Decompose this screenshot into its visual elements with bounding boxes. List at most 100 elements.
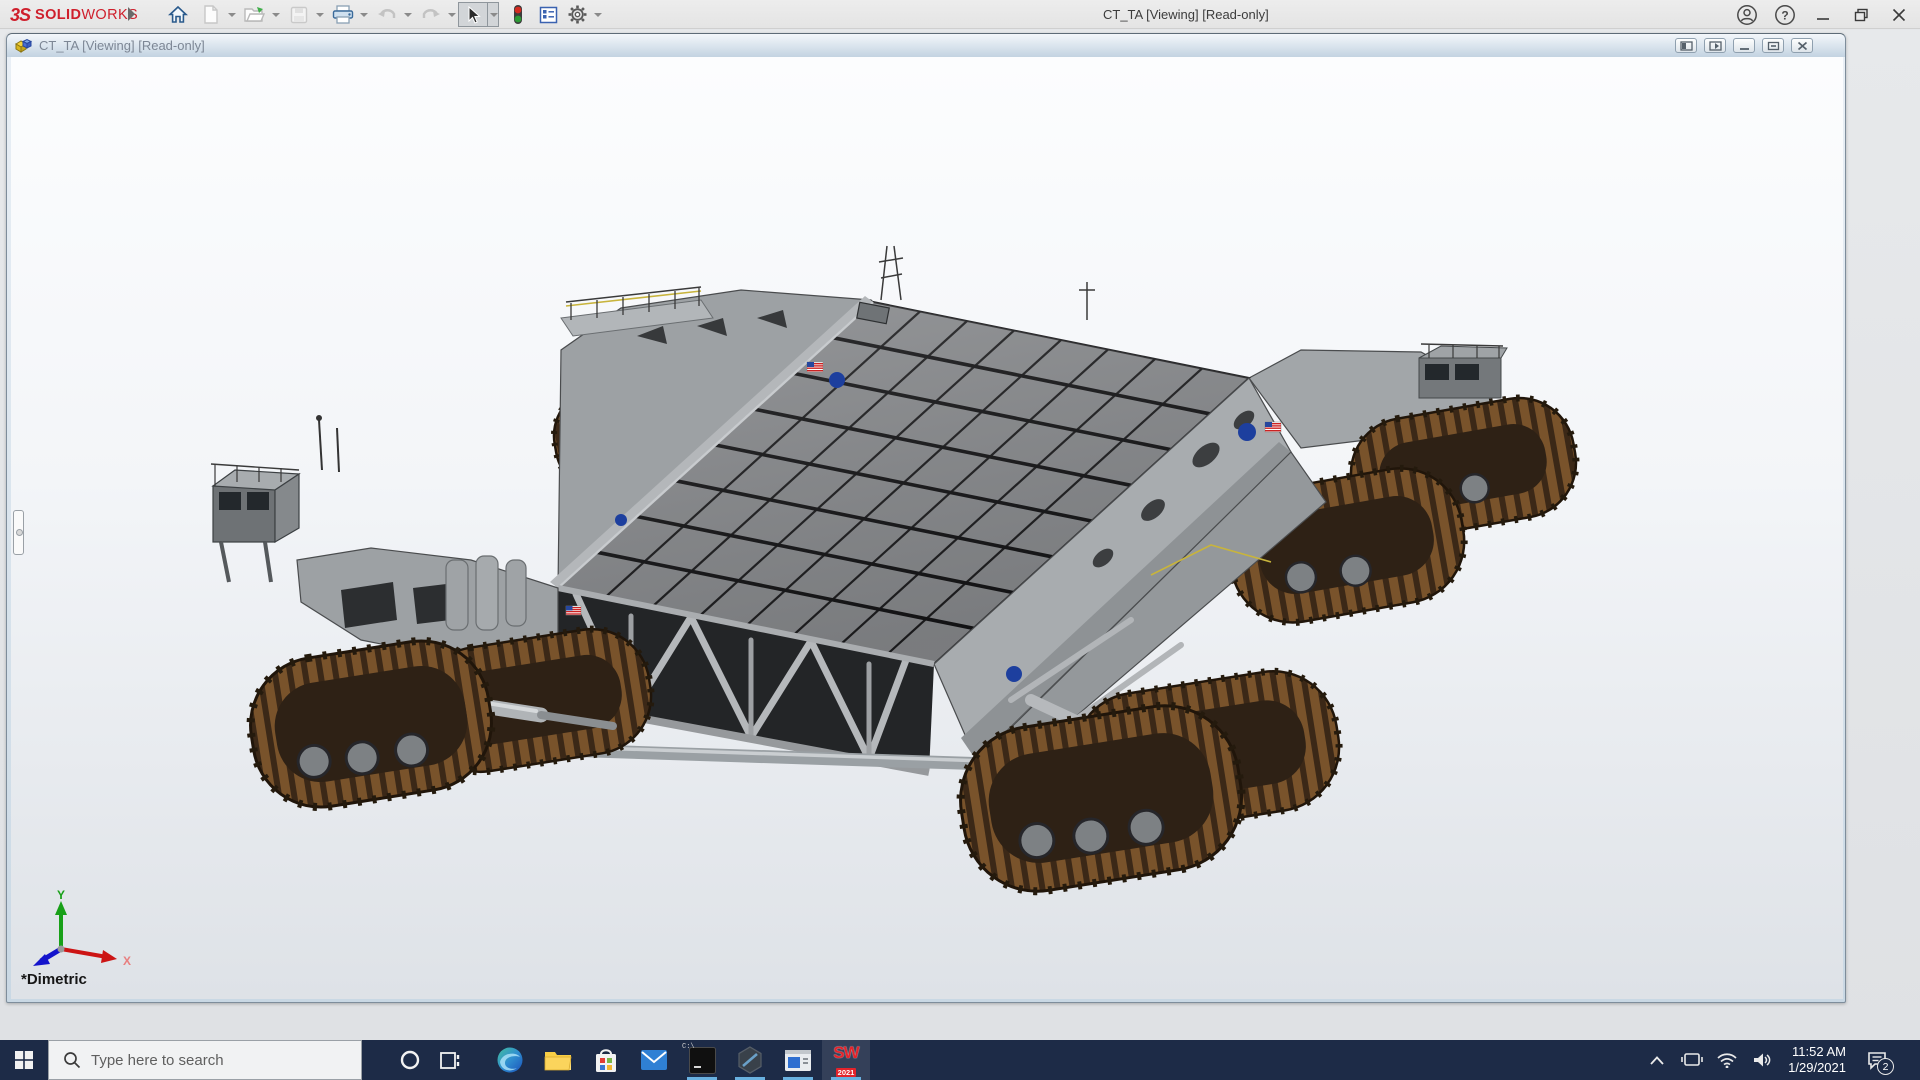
- brand-mark: 3S: [10, 5, 30, 26]
- graphics-viewport[interactable]: Y X *Dimetric: [11, 57, 1843, 999]
- mdi-background: CT_TA [Viewing] [Read-only]: [0, 30, 1920, 1040]
- doc-restore-button[interactable]: [1762, 38, 1784, 53]
- triad-y-label: Y: [57, 888, 65, 902]
- mail-icon: [640, 1049, 668, 1071]
- menu-flyout-arrow[interactable]: [128, 7, 135, 21]
- chevron-up-icon: [1650, 1056, 1664, 1065]
- restore-button[interactable]: [1846, 2, 1876, 28]
- start-button[interactable]: [0, 1040, 48, 1080]
- document-titlebar[interactable]: CT_TA [Viewing] [Read-only]: [7, 34, 1845, 57]
- front-left-structure: [211, 416, 558, 662]
- dropdown-caret[interactable]: [358, 2, 369, 27]
- help-icon: ?: [1774, 4, 1796, 26]
- feature-manager-flyout-tab[interactable]: [13, 510, 24, 555]
- task-view-button[interactable]: [430, 1040, 470, 1080]
- select-tool-button[interactable]: [458, 2, 499, 27]
- crawler-transporter-model: [11, 57, 1843, 999]
- help-button[interactable]: ?: [1770, 2, 1800, 28]
- close-button[interactable]: [1884, 2, 1914, 28]
- search-input[interactable]: [91, 1052, 331, 1069]
- tray-chevron-button[interactable]: [1644, 1040, 1670, 1080]
- account-icon: [1736, 4, 1758, 26]
- dropdown-caret[interactable]: [314, 2, 325, 27]
- doc-close-button[interactable]: [1791, 38, 1813, 53]
- dropdown-caret[interactable]: [402, 2, 413, 27]
- dropdown-caret[interactable]: [270, 2, 281, 27]
- taskbar-clock[interactable]: 11:52 AM 1/29/2021: [1784, 1044, 1850, 1076]
- windows-logo-icon: [15, 1051, 33, 1069]
- home-button[interactable]: [163, 2, 193, 27]
- save-icon: [290, 6, 308, 24]
- redo-button[interactable]: [416, 2, 457, 27]
- triad-x-label: X: [123, 954, 131, 968]
- display-icon: [1681, 1052, 1703, 1068]
- solidworks-logo: 3SSOLIDWORKS: [10, 4, 138, 26]
- svg-text:?: ?: [1781, 8, 1788, 22]
- left-antennas: [317, 416, 339, 472]
- tray-wifi-button[interactable]: [1714, 1040, 1740, 1080]
- account-button[interactable]: [1732, 2, 1762, 28]
- front-left-track-bogie: [241, 621, 660, 817]
- windows-taskbar: C:\ SW 2021: [0, 1040, 1920, 1080]
- document-window: CT_TA [Viewing] [Read-only]: [6, 33, 1846, 1003]
- print-button[interactable]: [328, 2, 369, 27]
- new-document-button[interactable]: [196, 2, 237, 27]
- screen: 3SSOLIDWORKS: [0, 0, 1920, 1080]
- taskbar-mail[interactable]: [630, 1040, 678, 1080]
- property-form-button[interactable]: [533, 2, 563, 27]
- taskbar-command-prompt[interactable]: C:\: [678, 1040, 726, 1080]
- traffic-light-button[interactable]: [503, 2, 533, 27]
- restore-icon: [1854, 8, 1869, 22]
- tray-display-button[interactable]: [1679, 1040, 1705, 1080]
- tray-volume-button[interactable]: [1749, 1040, 1775, 1080]
- redo-icon: [421, 6, 441, 24]
- doc-restore-icon: [1767, 41, 1780, 51]
- notification-badge: 2: [1877, 1058, 1894, 1075]
- taskbar-store[interactable]: [582, 1040, 630, 1080]
- taskbar-edge[interactable]: [486, 1040, 534, 1080]
- show-left-pane-button[interactable]: [1675, 38, 1697, 53]
- print-icon: [332, 5, 354, 24]
- dropdown-caret[interactable]: [226, 2, 237, 27]
- undo-icon: [377, 6, 397, 24]
- minimize-icon: [1816, 8, 1830, 22]
- dropdown-caret[interactable]: [488, 2, 499, 27]
- select-cursor-icon: [464, 5, 482, 25]
- dropdown-caret[interactable]: [446, 2, 457, 27]
- action-center-button[interactable]: 2: [1859, 1040, 1895, 1080]
- taskbar-search[interactable]: [48, 1040, 362, 1080]
- doc-minimize-icon: [1738, 41, 1751, 51]
- file-explorer-icon: [544, 1048, 572, 1072]
- options-gear-icon: [567, 4, 588, 25]
- property-form-icon: [539, 6, 558, 24]
- options-button[interactable]: [562, 2, 603, 27]
- view-orientation-label: *Dimetric: [21, 971, 87, 988]
- doc-close-icon: [1796, 41, 1809, 51]
- clock-date: 1/29/2021: [1788, 1060, 1846, 1076]
- speaker-icon: [1753, 1052, 1772, 1068]
- dropdown-caret[interactable]: [592, 2, 603, 27]
- open-button[interactable]: [240, 2, 281, 27]
- taskbar-file-explorer[interactable]: [534, 1040, 582, 1080]
- app-window-title: CT_TA [Viewing] [Read-only]: [1103, 7, 1269, 22]
- window-app-icon: [784, 1049, 812, 1072]
- search-icon: [63, 1051, 81, 1069]
- undo-button[interactable]: [372, 2, 413, 27]
- taskbar-hexagon-app[interactable]: [726, 1040, 774, 1080]
- taskbar-window-app[interactable]: [774, 1040, 822, 1080]
- clock-time: 11:52 AM: [1788, 1044, 1846, 1060]
- wifi-icon: [1717, 1053, 1737, 1068]
- store-icon: [593, 1047, 619, 1074]
- minimize-button[interactable]: [1808, 2, 1838, 28]
- app-titlebar: 3SSOLIDWORKS: [0, 0, 1920, 29]
- taskbar-solidworks[interactable]: SW 2021: [822, 1040, 870, 1080]
- cortana-button[interactable]: [390, 1040, 430, 1080]
- hexagon-app-icon: [736, 1046, 764, 1074]
- doc-minimize-button[interactable]: [1733, 38, 1755, 53]
- close-icon: [1892, 8, 1906, 22]
- task-view-icon: [440, 1051, 461, 1070]
- show-right-pane-button[interactable]: [1704, 38, 1726, 53]
- orientation-triad: Y X: [25, 887, 155, 982]
- assembly-document-icon: [14, 37, 33, 54]
- save-button[interactable]: [284, 2, 325, 27]
